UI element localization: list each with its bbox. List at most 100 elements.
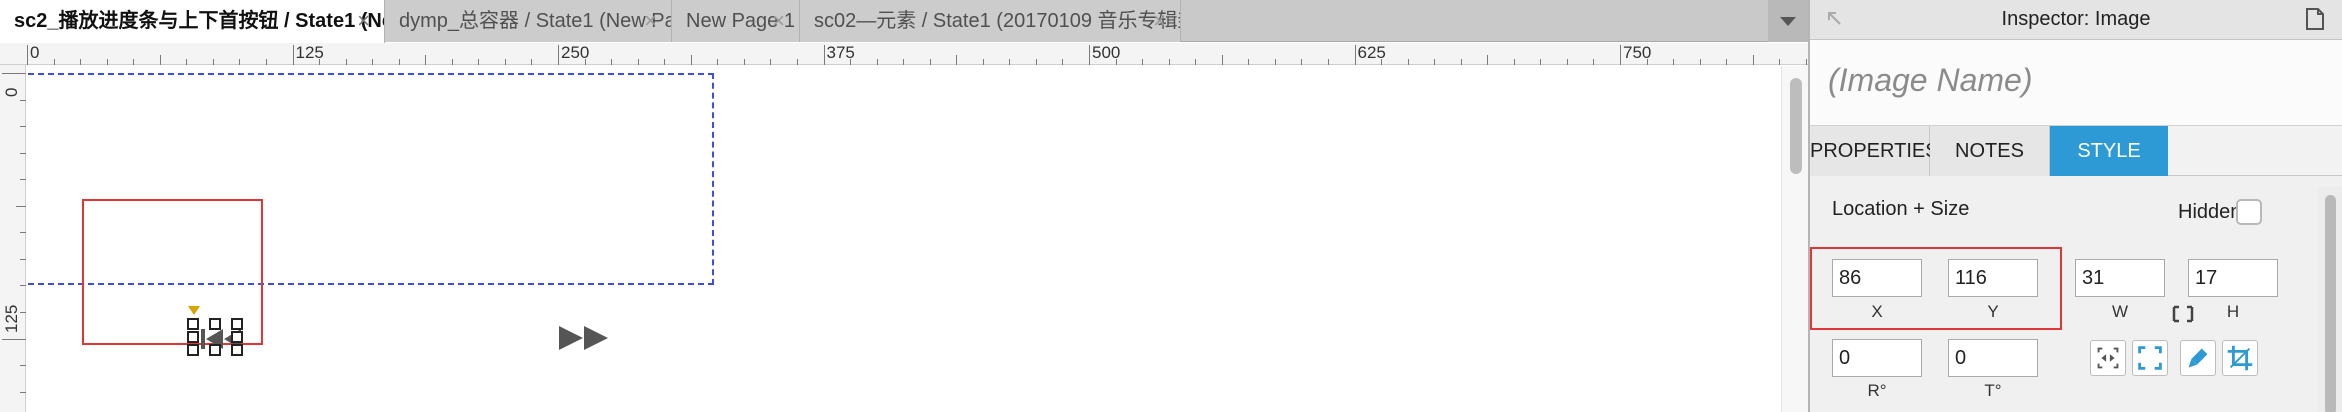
fit-to-content-button[interactable] <box>2090 340 2126 376</box>
ruler-tick <box>425 55 427 65</box>
height-field[interactable]: 17 <box>2188 259 2278 297</box>
ruler-tick <box>796 59 798 65</box>
document-tab-bar: sc2_播放进度条与上下首按钮 / State1 (New Page 1) × … <box>0 0 1808 43</box>
ruler-label: 375 <box>826 43 855 62</box>
ruler-tick <box>1195 59 1197 65</box>
ruler-tick <box>504 59 506 65</box>
anchor-marker-icon <box>188 306 200 315</box>
resize-handle[interactable] <box>209 318 221 330</box>
ruler-tick <box>903 59 905 65</box>
ruler-tick <box>53 59 55 65</box>
ruler-tick <box>1566 59 1568 65</box>
next-track-icon[interactable] <box>559 325 611 351</box>
width-field[interactable]: 31 <box>2075 259 2165 297</box>
close-icon[interactable]: × <box>644 0 657 42</box>
page-icon[interactable] <box>2306 8 2324 30</box>
ruler-tick <box>1779 59 1781 65</box>
inspector-header: Inspector: Image <box>1810 0 2342 40</box>
ruler-tick <box>20 232 26 234</box>
ruler-tick <box>20 126 26 128</box>
design-canvas[interactable] <box>27 66 1781 412</box>
ruler-tick <box>159 55 161 65</box>
image-name-field[interactable]: (Image Name) <box>1810 40 2342 126</box>
inspector-tabs: PROPERTIES NOTES STYLE <box>1810 126 2342 176</box>
original-size-button[interactable] <box>2132 340 2168 376</box>
ruler-tick <box>2 73 26 74</box>
tab-sc02-elements[interactable]: sc02—元素 / State1 (20170109 音乐专辑封面转场) × <box>800 0 1181 42</box>
canvas-vertical-scrollbar[interactable] <box>1781 66 1808 412</box>
text-rotation-field[interactable]: 0 <box>1948 339 2038 377</box>
rotation-label: R° <box>1867 381 1887 400</box>
resize-handle[interactable] <box>187 331 199 343</box>
tab-sc2-playback[interactable]: sc2_播放进度条与上下首按钮 / State1 (New Page 1) × <box>0 0 385 43</box>
ruler-tick <box>1142 59 1144 65</box>
x-field[interactable]: 86 <box>1832 259 1922 297</box>
y-label: Y <box>1987 302 1999 321</box>
lock-aspect-icon[interactable] <box>2172 305 2194 323</box>
resize-handle[interactable] <box>187 318 199 330</box>
resize-handle[interactable] <box>187 344 199 356</box>
tab-overflow-button[interactable] <box>1768 0 1808 42</box>
resize-handle[interactable] <box>209 344 221 356</box>
ruler-tick <box>106 59 108 65</box>
close-icon[interactable]: × <box>357 0 370 42</box>
tab-notes[interactable]: NOTES <box>1930 126 2050 176</box>
ruler-tick <box>398 59 400 65</box>
recolor-button[interactable] <box>2180 340 2216 376</box>
resize-handle[interactable] <box>231 318 243 330</box>
ruler-tick <box>956 55 958 65</box>
hidden-checkbox[interactable] <box>2236 199 2262 225</box>
horizontal-ruler: 01252503755006257508751000 <box>0 43 2192 65</box>
text-rotation-label: T° <box>1984 381 2002 400</box>
style-panel: Location + Size Hidden 86 X 116 Y 31 W 1… <box>1810 177 2342 412</box>
ruler-tick <box>1620 45 1621 65</box>
ruler-tick <box>20 99 26 101</box>
resize-handle[interactable] <box>231 344 243 356</box>
tab-properties[interactable]: PROPERTIES <box>1810 126 1939 176</box>
ruler-label: 500 <box>1092 43 1121 62</box>
ruler-tick <box>20 365 26 367</box>
inspector-panel: Inspector: Image (Image Name) PROPERTIES… <box>1808 0 2342 412</box>
tab-dymp-container[interactable]: dymp_总容器 / State1 (New Page 1) × <box>385 0 672 42</box>
tab-label: dymp_总容器 / State1 (New Page 1) <box>399 10 671 32</box>
ruler-tick <box>558 45 559 65</box>
ruler-tick <box>20 152 26 154</box>
ruler-tick <box>16 205 26 207</box>
close-icon[interactable]: × <box>1153 0 1166 42</box>
ruler-tick <box>1274 59 1276 65</box>
ruler-tick <box>1699 59 1701 65</box>
selection-handles[interactable] <box>187 318 247 358</box>
resize-handle[interactable] <box>231 331 243 343</box>
ruler-label: 250 <box>561 43 590 62</box>
x-label: X <box>1871 302 1883 321</box>
ruler-tick <box>982 59 984 65</box>
ruler-tick <box>1726 59 1728 65</box>
ruler-tick <box>265 59 267 65</box>
ruler-tick <box>1168 59 1170 65</box>
scrollbar-thumb[interactable] <box>1790 78 1802 174</box>
ruler-tick <box>1035 59 1037 65</box>
ruler-label: 750 <box>1623 43 1652 62</box>
tab-style[interactable]: STYLE <box>2050 126 2168 176</box>
ruler-tick <box>133 59 135 65</box>
original-size-icon <box>2138 346 2162 370</box>
ruler-tick <box>823 45 825 65</box>
ruler-tick <box>1434 59 1436 65</box>
crop-button[interactable] <box>2222 340 2258 376</box>
scrollbar-thumb[interactable] <box>2325 195 2336 412</box>
ruler-tick <box>451 59 453 65</box>
y-field[interactable]: 116 <box>1948 259 2038 297</box>
ruler-label: 0 <box>30 43 40 62</box>
ruler-tick <box>1540 59 1542 65</box>
ruler-tick <box>1593 59 1595 65</box>
ruler-tick <box>1460 59 1462 65</box>
ruler-tick <box>1009 59 1011 65</box>
close-icon[interactable]: × <box>772 0 785 42</box>
rotation-field[interactable]: 0 <box>1832 339 1922 377</box>
axure-editor-window: sc2_播放进度条与上下首按钮 / State1 (New Page 1) × … <box>0 0 2342 412</box>
inspector-scrollbar[interactable] <box>2318 187 2342 412</box>
tab-new-page[interactable]: New Page 1 × <box>672 0 800 42</box>
ruler-tick <box>876 59 878 65</box>
ruler-tick <box>239 59 241 65</box>
ruler-tick <box>1221 55 1223 65</box>
